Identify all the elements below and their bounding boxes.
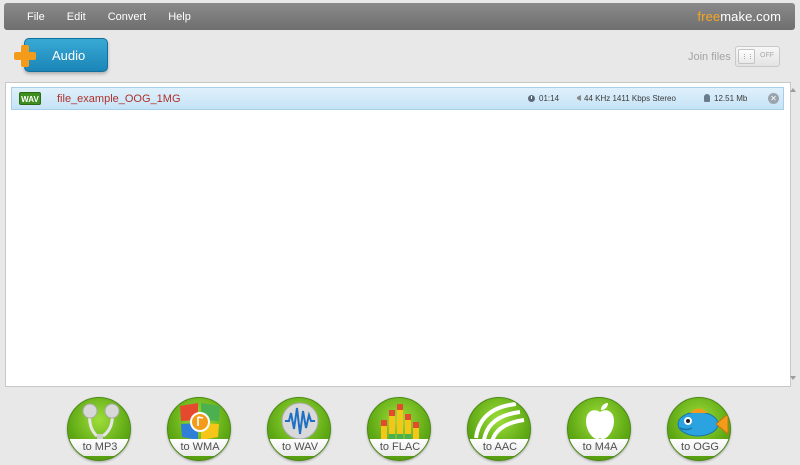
- aac-logo-icon: [474, 402, 525, 442]
- join-files-label: Join files: [688, 51, 731, 63]
- to-flac-label: to FLAC: [368, 439, 430, 456]
- to-wma-label: to WMA: [168, 439, 230, 456]
- file-size: 12.51 Mb: [704, 94, 747, 103]
- to-aac-label: to AAC: [468, 439, 530, 456]
- plus-icon: [14, 45, 36, 67]
- apple-icon: [586, 403, 614, 439]
- menu-bar: File Edit Convert Help freemake.com: [4, 3, 795, 30]
- to-m4a-label: to M4A: [568, 439, 630, 456]
- file-audio-info: 44 KHz 1411 Kbps Stereo: [575, 94, 676, 103]
- windows-media-icon: [180, 403, 220, 440]
- earphones-icon: [82, 403, 120, 442]
- clock-icon: [528, 95, 535, 102]
- to-ogg-label: to OGG: [668, 439, 730, 456]
- file-name[interactable]: file_example_OOG_1MG: [57, 93, 181, 105]
- to-wav-label: to WAV: [268, 439, 330, 456]
- to-aac-button[interactable]: to AAC: [467, 397, 531, 461]
- remove-file-icon[interactable]: ✕: [768, 93, 779, 104]
- menu-file[interactable]: File: [27, 11, 67, 23]
- toggle-state: OFF: [760, 52, 774, 59]
- scroll-up-arrow[interactable]: [790, 88, 796, 92]
- to-wav-button[interactable]: to WAV: [267, 397, 331, 461]
- to-ogg-button[interactable]: to OGG: [667, 397, 731, 461]
- to-mp3-label: to MP3: [68, 439, 130, 456]
- fish-icon: [677, 408, 729, 437]
- waveform-icon: [281, 402, 319, 440]
- audio-button-label: Audio: [52, 47, 86, 63]
- file-list[interactable]: WAV file_example_OOG_1MG 01:14 44 KHz 14…: [5, 82, 791, 387]
- scroll-down-arrow[interactable]: [790, 376, 796, 380]
- to-flac-button[interactable]: to FLAC: [367, 397, 431, 461]
- toggle-knob[interactable]: [738, 49, 755, 64]
- menu-edit[interactable]: Edit: [67, 11, 108, 23]
- join-files-toggle[interactable]: OFF: [735, 46, 780, 67]
- wav-format-icon: WAV: [19, 92, 41, 105]
- file-duration: 01:14: [528, 94, 559, 103]
- brand-logo[interactable]: freemake.com: [697, 9, 781, 24]
- speaker-icon: [575, 95, 581, 101]
- to-mp3-button[interactable]: to MP3: [67, 397, 131, 461]
- equalizer-icon: [381, 404, 419, 442]
- audio-button-body[interactable]: Audio: [24, 38, 108, 72]
- file-size-icon: [704, 94, 710, 102]
- menu-help[interactable]: Help: [168, 11, 213, 23]
- menu-convert[interactable]: Convert: [108, 11, 169, 23]
- add-audio-button[interactable]: Audio: [14, 38, 108, 73]
- file-row[interactable]: WAV file_example_OOG_1MG 01:14 44 KHz 14…: [11, 87, 784, 110]
- to-m4a-button[interactable]: to M4A: [567, 397, 631, 461]
- to-wma-button[interactable]: to WMA: [167, 397, 231, 461]
